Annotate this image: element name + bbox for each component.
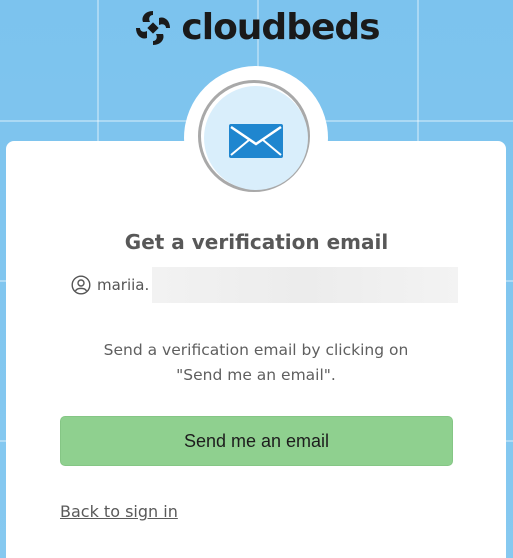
brand-name: cloudbeds <box>181 7 380 48</box>
instructions-line-2: "Send me an email". <box>176 366 336 384</box>
send-email-button[interactable]: Send me an email <box>60 416 453 466</box>
back-to-sign-in-link[interactable]: Back to sign in <box>60 502 178 521</box>
envelope-icon <box>229 124 283 158</box>
instructions-text: Send a verification email by clicking on… <box>56 338 456 388</box>
login-page: cloudbeds Get a verification email marii… <box>0 0 513 558</box>
redacted-username <box>152 267 458 303</box>
instructions-line-1: Send a verification email by clicking on <box>103 341 409 359</box>
brand-logo: cloudbeds <box>0 8 513 48</box>
user-circle-icon <box>71 275 91 295</box>
cloudbeds-logo-icon <box>136 11 171 45</box>
username-row: mariia. <box>71 267 149 303</box>
page-title: Get a verification email <box>124 230 389 254</box>
username-text: mariia. <box>97 276 150 294</box>
